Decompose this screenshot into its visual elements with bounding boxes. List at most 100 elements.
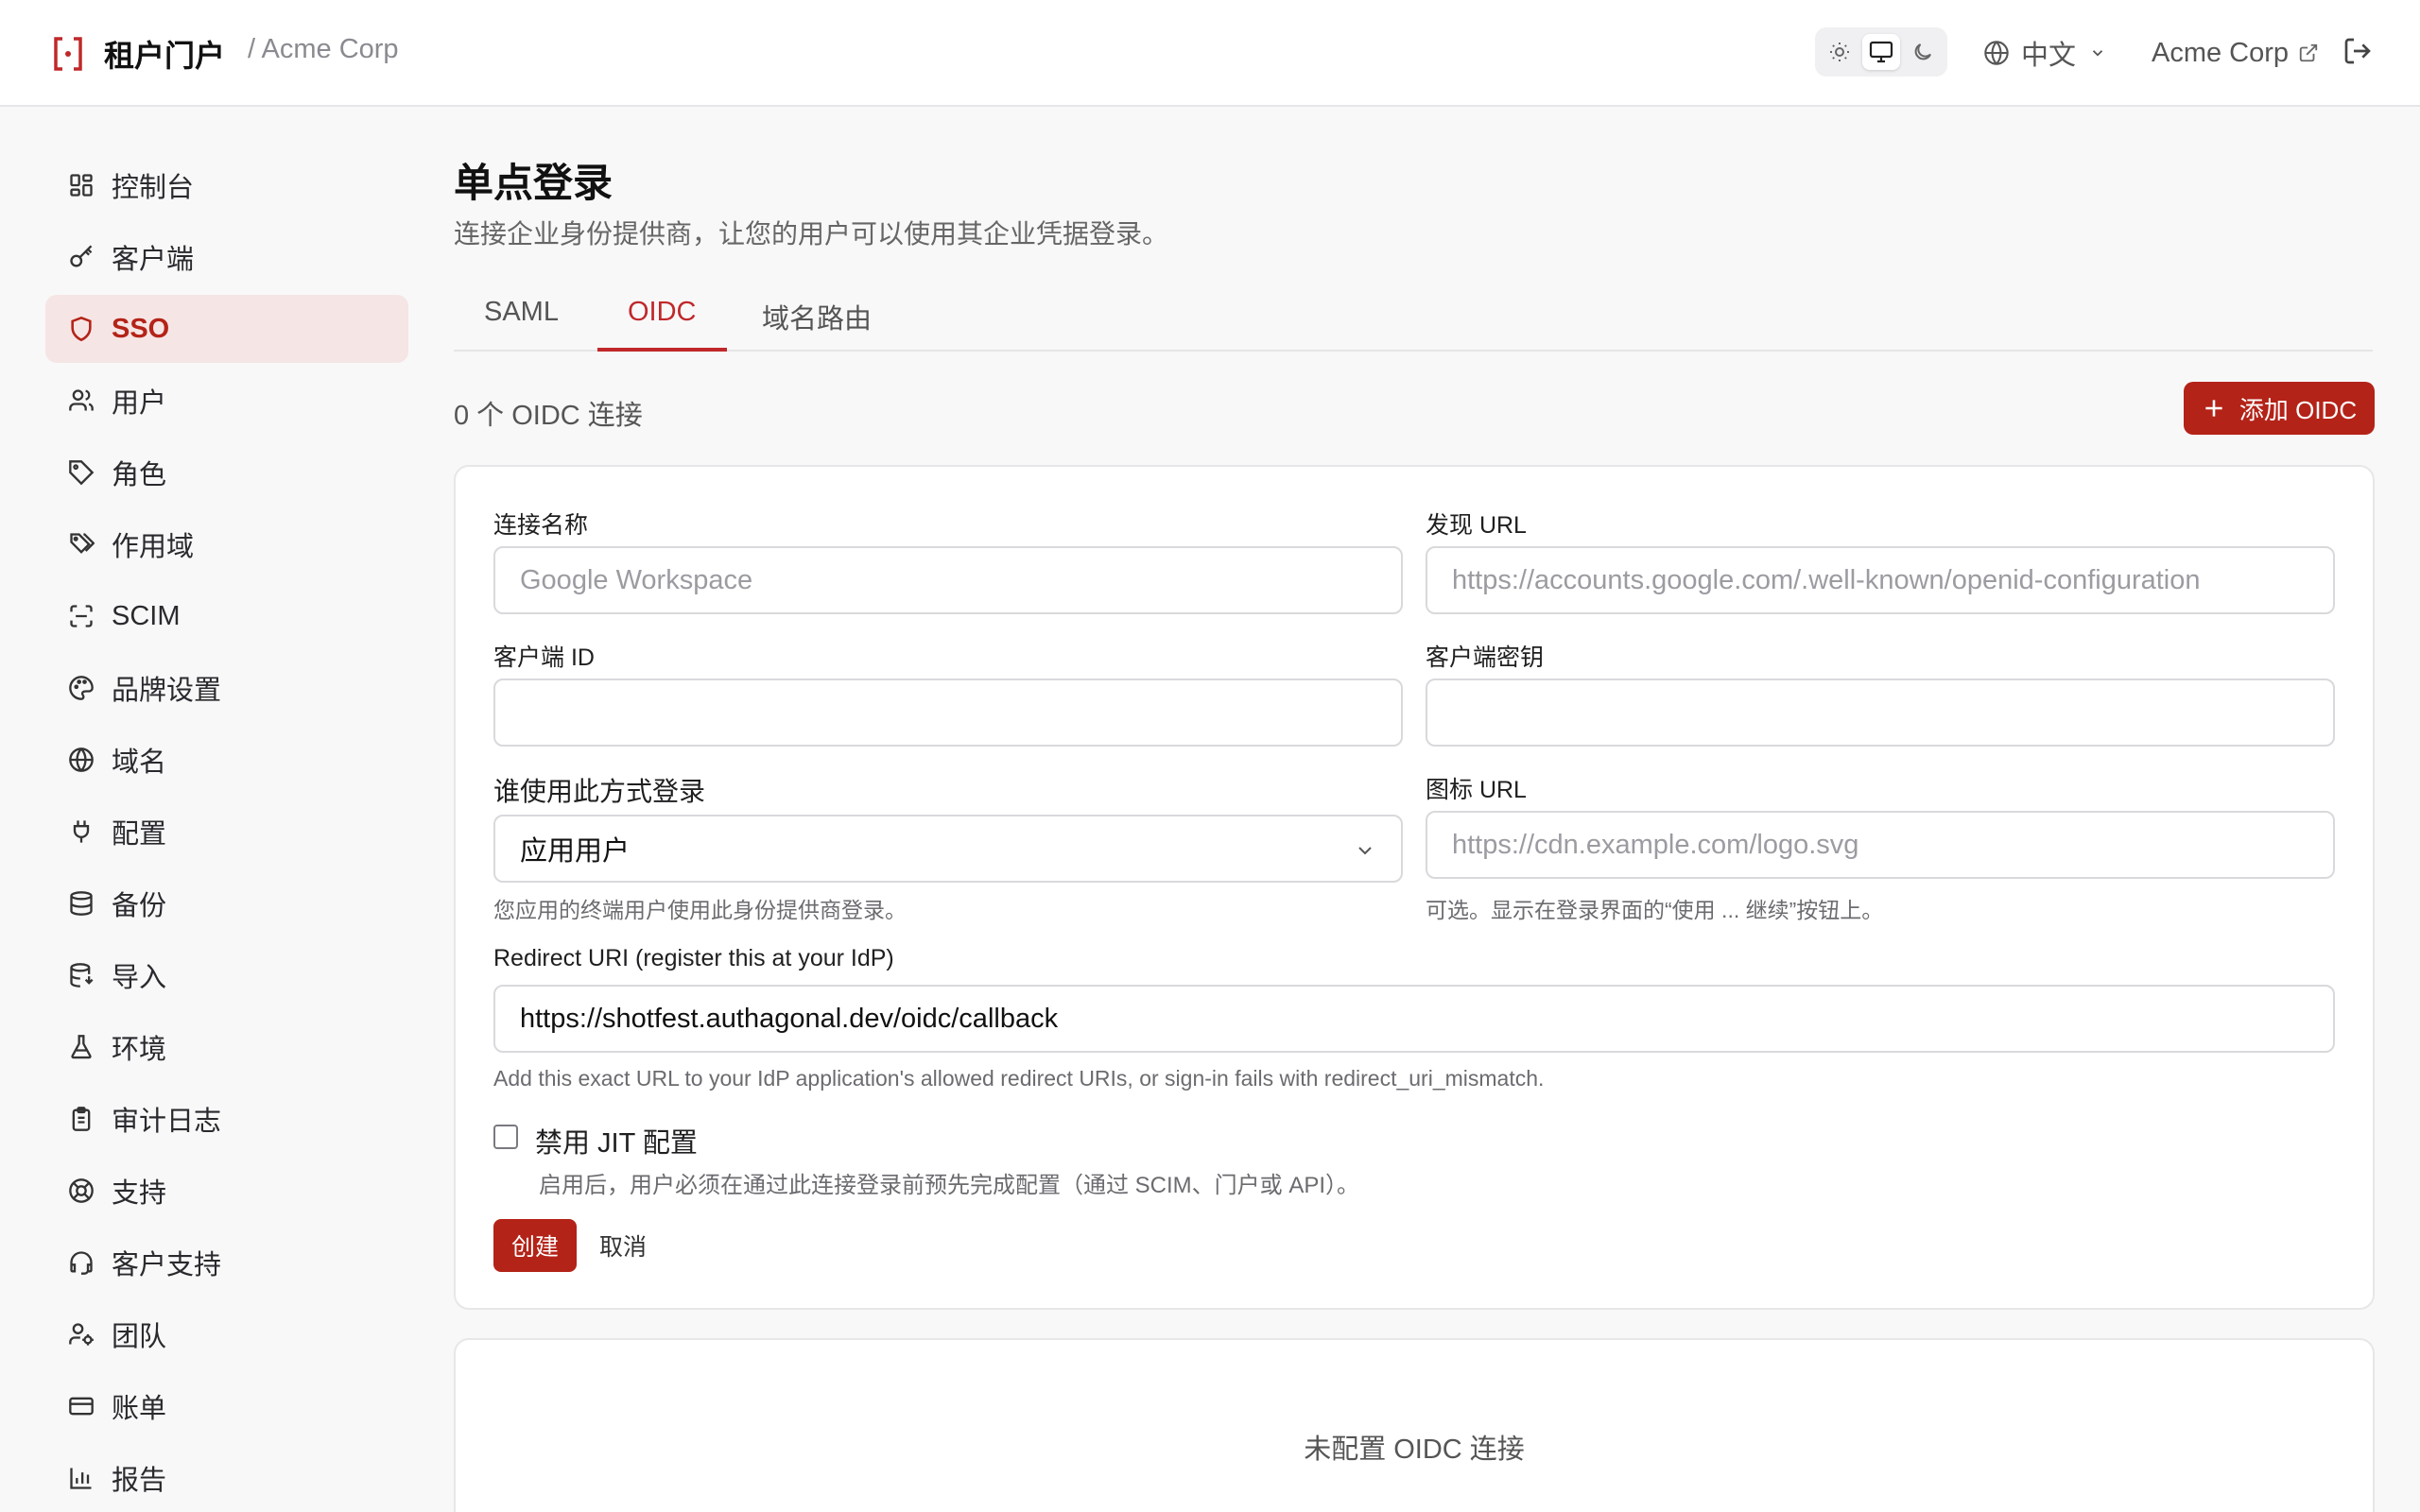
who-signs-in-value: 应用用户 bbox=[520, 836, 631, 867]
globe-icon bbox=[66, 745, 96, 775]
sidebar-item-label: 控制台 bbox=[112, 173, 195, 203]
logout-icon[interactable] bbox=[2342, 36, 2373, 66]
user-cog-icon bbox=[66, 1319, 96, 1349]
sidebar-nav: 控制台 客户端 SSO 用户 角色 作用域 SCIM 品牌设置 域名 配置 备份 bbox=[45, 151, 408, 1512]
sidebar-item-reports[interactable]: 报告 bbox=[45, 1444, 408, 1512]
redirect-uri-label: Redirect URI (register this at your IdP) bbox=[493, 945, 894, 971]
add-oidc-label: 添加 OIDC bbox=[2238, 395, 2358, 424]
sidebar-item-label: 团队 bbox=[112, 1322, 167, 1352]
add-oidc-button[interactable]: 添加 OIDC bbox=[2184, 382, 2375, 435]
theme-toggle bbox=[1815, 27, 1947, 77]
language-selector[interactable]: 中文 bbox=[1983, 34, 2118, 72]
disable-jit-label[interactable]: 禁用 JIT 配置 bbox=[535, 1121, 698, 1160]
icon-url-placeholder: https://cdn.example.com/logo.svg bbox=[1452, 829, 1859, 860]
sidebar-item-label: 支持 bbox=[112, 1178, 167, 1209]
users-icon bbox=[66, 386, 96, 416]
discovery-url-input[interactable]: https://accounts.google.com/.well-known/… bbox=[1426, 546, 2335, 614]
tab-oidc[interactable]: OIDC bbox=[597, 297, 727, 352]
redirect-uri-help: Add this exact URL to your IdP applicati… bbox=[493, 1066, 1545, 1091]
credit-card-icon bbox=[66, 1391, 96, 1421]
org-link[interactable]: Acme Corp bbox=[2152, 34, 2319, 72]
chevron-down-icon bbox=[2092, 50, 2103, 57]
sidebar-item-dashboard[interactable]: 控制台 bbox=[45, 151, 408, 219]
sidebar-item-label: SCIM bbox=[112, 600, 181, 631]
sidebar-item-audit-log[interactable]: 审计日志 bbox=[45, 1085, 408, 1153]
logo-icon bbox=[54, 37, 82, 71]
palette-icon bbox=[66, 673, 96, 703]
external-link-icon bbox=[2299, 43, 2318, 62]
sidebar-item-backup[interactable]: 备份 bbox=[45, 869, 408, 937]
disable-jit-help: 启用后，用户必须在通过此连接登录前预先完成配置（通过 SCIM、门户或 API）… bbox=[539, 1173, 1360, 1198]
sidebar-item-label: 作用域 bbox=[112, 532, 195, 562]
sidebar-item-support[interactable]: 支持 bbox=[45, 1157, 408, 1225]
who-signs-in-label: 谁使用此方式登录 bbox=[493, 777, 706, 806]
page-title: 单点登录 bbox=[454, 161, 614, 205]
client-secret-label: 客户端密钥 bbox=[1426, 644, 1545, 671]
redirect-uri-input[interactable]: https://shotfest.authagonal.dev/oidc/cal… bbox=[493, 985, 2335, 1053]
database-import-icon bbox=[66, 960, 96, 990]
dark-theme-button[interactable] bbox=[1904, 34, 1942, 70]
sidebar-item-environments[interactable]: 环境 bbox=[45, 1013, 408, 1081]
sidebar-item-scopes[interactable]: 作用域 bbox=[45, 510, 408, 578]
key-icon bbox=[66, 242, 96, 272]
client-secret-input[interactable] bbox=[1426, 679, 2335, 747]
sidebar-item-roles[interactable]: 角色 bbox=[45, 438, 408, 507]
connection-name-input[interactable]: Google Workspace bbox=[493, 546, 1403, 614]
sidebar-item-label: 账单 bbox=[112, 1394, 167, 1424]
sidebar-item-customer-support[interactable]: 客户支持 bbox=[45, 1228, 408, 1297]
oidc-form-card: 连接名称 Google Workspace 发现 URL https://acc… bbox=[454, 465, 2375, 1310]
tab-saml[interactable]: SAML bbox=[454, 297, 589, 352]
sidebar-item-label: 域名 bbox=[112, 747, 167, 778]
sidebar-item-label: 配置 bbox=[112, 819, 167, 850]
client-id-input[interactable] bbox=[493, 679, 1403, 747]
chevron-down-icon bbox=[1358, 847, 1372, 855]
sidebar-item-branding[interactable]: 品牌设置 bbox=[45, 654, 408, 722]
plug-icon bbox=[66, 816, 96, 847]
monitor-icon bbox=[1869, 41, 1893, 63]
org-name: Acme Corp bbox=[2152, 37, 2290, 68]
icon-url-input[interactable]: https://cdn.example.com/logo.svg bbox=[1426, 811, 2335, 879]
create-button[interactable]: 创建 bbox=[493, 1219, 577, 1272]
empty-state-card: 未配置 OIDC 连接 bbox=[454, 1338, 2375, 1512]
light-theme-button[interactable] bbox=[1821, 34, 1858, 70]
tags-icon bbox=[66, 529, 96, 559]
cancel-button[interactable]: 取消 bbox=[599, 1219, 647, 1272]
top-header: 租户门户 / Acme Corp 中文 Acme Corp bbox=[0, 0, 2420, 107]
plus-icon bbox=[2205, 400, 2222, 417]
connection-count: 0 个 OIDC 连接 bbox=[454, 401, 643, 431]
sidebar-item-label: 审计日志 bbox=[112, 1107, 222, 1137]
sidebar-item-label: SSO bbox=[112, 313, 170, 344]
sidebar-item-scim[interactable]: SCIM bbox=[45, 582, 408, 650]
disable-jit-checkbox[interactable] bbox=[493, 1125, 518, 1149]
discovery-url-placeholder: https://accounts.google.com/.well-known/… bbox=[1452, 564, 2201, 595]
discovery-url-label: 发现 URL bbox=[1426, 512, 1527, 539]
sidebar-item-import[interactable]: 导入 bbox=[45, 941, 408, 1009]
sidebar-item-users[interactable]: 用户 bbox=[45, 367, 408, 435]
sidebar-item-domains[interactable]: 域名 bbox=[45, 726, 408, 794]
flask-icon bbox=[66, 1032, 96, 1062]
sidebar-item-label: 客户端 bbox=[112, 245, 195, 275]
page-subtitle: 连接企业身份提供商，让您的用户可以使用其企业凭据登录。 bbox=[454, 219, 1169, 249]
brand-name: 租户门户 bbox=[104, 39, 226, 73]
lifebuoy-icon bbox=[66, 1176, 96, 1206]
tab-bar: SAML OIDC 域名路由 bbox=[454, 289, 2373, 352]
clipboard-icon bbox=[66, 1104, 96, 1134]
sidebar-item-clients[interactable]: 客户端 bbox=[45, 223, 408, 291]
who-signs-in-help: 您应用的终端用户使用此身份提供商登录。 bbox=[493, 898, 907, 922]
tab-domain-routing[interactable]: 域名路由 bbox=[732, 297, 902, 352]
icon-url-help: 可选。显示在登录界面的“使用 ... 继续”按钮上。 bbox=[1426, 898, 1884, 922]
empty-state-text: 未配置 OIDC 连接 bbox=[1304, 1435, 1525, 1465]
connection-name-placeholder: Google Workspace bbox=[520, 564, 753, 595]
tag-icon bbox=[66, 457, 96, 488]
globe-icon bbox=[1984, 41, 2009, 65]
breadcrumb[interactable]: / Acme Corp bbox=[248, 34, 399, 65]
sidebar-item-sso[interactable]: SSO bbox=[45, 295, 408, 363]
sidebar-item-provisioning[interactable]: 配置 bbox=[45, 798, 408, 866]
sun-icon bbox=[1830, 43, 1849, 61]
system-theme-button[interactable] bbox=[1862, 34, 1900, 70]
sidebar-item-label: 环境 bbox=[112, 1035, 167, 1065]
sidebar-item-team[interactable]: 团队 bbox=[45, 1300, 408, 1368]
sidebar-item-billing[interactable]: 账单 bbox=[45, 1372, 408, 1440]
sidebar-item-label: 导入 bbox=[112, 963, 167, 993]
who-signs-in-select[interactable]: 应用用户 bbox=[493, 815, 1403, 883]
